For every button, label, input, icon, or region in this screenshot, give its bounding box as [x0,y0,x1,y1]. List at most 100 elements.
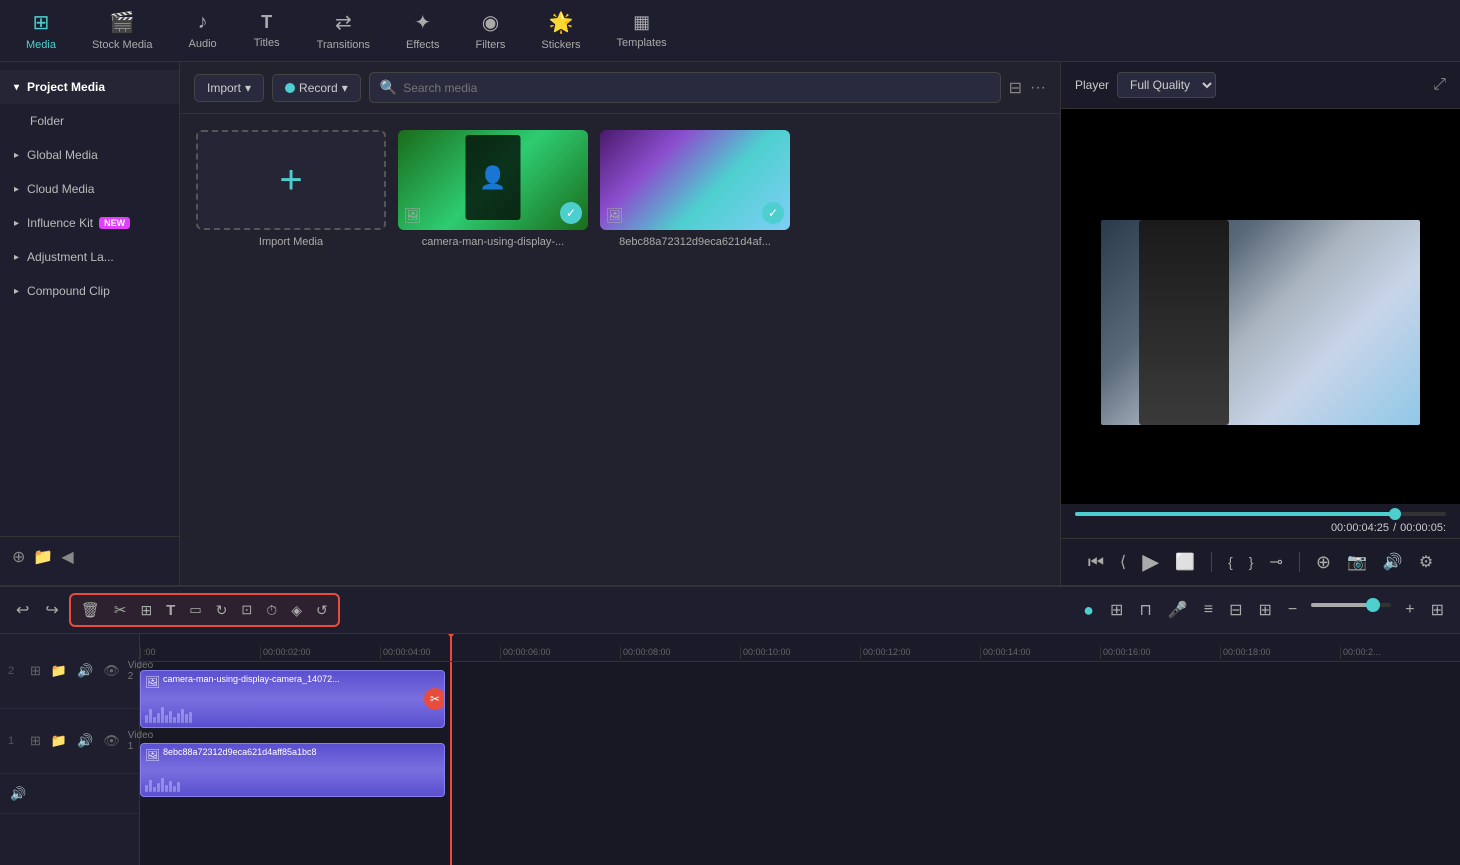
import-chevron-icon: ▾ [245,81,251,95]
stickers-icon: 🌟 [549,10,574,35]
sidebar-item-project-media[interactable]: ▾ Project Media [0,70,179,104]
mark-in-button[interactable]: { [1224,550,1237,574]
split-button[interactable]: ⊞ [1253,596,1278,624]
stabilize-tool-button[interactable]: ↺ [310,598,334,623]
grid-button[interactable]: ⊞ [1104,596,1129,624]
undo-button[interactable]: ↩ [10,596,35,624]
sidebar-item-global-media[interactable]: ▸ Global Media [0,138,179,172]
nav-transitions[interactable]: ⇄ Transitions [301,2,386,59]
mic-button[interactable]: 🎤 [1162,596,1194,624]
media-icon: ⊞ [33,10,50,35]
transform-tool-button[interactable]: ⊡ [235,598,258,622]
zoom-out-button[interactable]: − [1282,597,1303,623]
play-button[interactable]: ▶ [1138,545,1163,579]
layers-button[interactable]: ≡ [1198,597,1219,623]
track-label-video1: 1 ⊞ 📁 🔊 👁 Video 1 [0,709,139,774]
track1-eye-button[interactable]: 👁 [101,731,122,751]
sidebar-influence-kit-label: Influence Kit [27,216,93,230]
insert-button[interactable]: ⊸ [1265,548,1286,576]
mask-tool-button[interactable]: ▭ [183,598,207,622]
ruler-mark-6: 00:00:12:00 [860,647,980,659]
add-to-timeline-button[interactable]: ⊕ [1312,548,1335,577]
track2-eye-button[interactable]: 👁 [101,661,122,681]
progress-thumb [1389,508,1401,520]
ruler-mark-3: 00:00:06:00 [500,647,620,659]
track2-folder-button[interactable]: 📁 [49,661,69,681]
top-navigation: ⊞ Media 🎬 Stock Media ♪ Audio T Titles ⇄… [0,0,1460,62]
quality-select[interactable]: Full Quality [1117,72,1216,98]
text-tool-button[interactable]: T [160,598,181,623]
track-row-video1: 🖼 8ebc88a72312d9eca621d4aff85a1bc8 [140,737,1460,802]
sidebar-folder-button[interactable]: 📁 [33,547,53,567]
color-tool-button[interactable]: ◈ [285,598,308,623]
sidebar-global-media-label: Global Media [27,148,98,162]
prev-frame-button[interactable]: ⏮ [1084,548,1108,577]
sidebar-item-folder[interactable]: Folder [0,104,179,138]
import-button[interactable]: Import ▾ [194,74,264,102]
media-item-space-bg[interactable]: 🖼 ✓ 8ebc88a72312d9eca621d4af... [600,130,790,248]
nav-titles[interactable]: T Titles [237,4,297,57]
player-label: Player [1075,78,1109,92]
ruler-playhead[interactable] [450,634,452,661]
snapshot-button[interactable]: 📷 [1343,548,1371,576]
snap-button[interactable]: ● [1077,596,1100,625]
zoom-slider[interactable] [1311,603,1391,617]
timer-tool-button[interactable]: ⏱ [260,598,283,623]
more-options-button[interactable]: ··· [1030,79,1046,97]
stop-button[interactable]: ⬜ [1171,548,1199,576]
camera-man-thumb: 👤 🖼 ✓ [398,130,588,230]
volume-button[interactable]: 🔊 [1379,548,1407,576]
media-item-camera-man[interactable]: 👤 🖼 ✓ camera-man-using-display-... [398,130,588,248]
nav-templates-label: Templates [617,37,667,49]
player-maximize-button[interactable]: ⤢ [1433,76,1446,94]
search-input[interactable] [403,81,989,95]
nav-templates[interactable]: ▦ Templates [601,4,683,57]
redo-button[interactable]: ↪ [39,596,64,624]
nav-stock-media[interactable]: 🎬 Stock Media [76,2,169,59]
chevron-icon: ▾ [14,82,19,93]
shield-button[interactable]: ⊓ [1133,596,1157,624]
nav-stickers[interactable]: 🌟 Stickers [525,2,596,59]
delete-tool-button[interactable]: 🗑 [75,597,106,623]
track2-audio-button[interactable]: 🔊 [75,661,95,681]
crop-tool-button[interactable]: ⊞ [134,598,158,623]
filter-button[interactable]: ⊟ [1009,78,1022,98]
nav-effects[interactable]: ✦ Effects [390,2,455,59]
progress-track[interactable] [1075,512,1446,516]
media-item-import[interactable]: + Import Media [196,130,386,248]
audio-track-audio-btn[interactable]: 🔊 [8,784,28,804]
video1-clip[interactable]: 🖼 8ebc88a72312d9eca621d4aff85a1bc8 [140,743,445,797]
track1-audio-button[interactable]: 🔊 [75,731,95,751]
player-progress-bar[interactable] [1061,504,1460,520]
audio-icon: ♪ [198,11,208,34]
current-time: 00:00:04:25 [1331,522,1389,534]
effects-icon: ✦ [414,10,431,35]
cut-tool-button[interactable]: ✂ [108,597,133,623]
frame-back-button[interactable]: ⟨ [1116,548,1130,576]
nav-media[interactable]: ⊞ Media [10,2,72,59]
mark-out-button[interactable]: } [1245,550,1258,574]
sidebar-item-adjustment-la[interactable]: ▸ Adjustment La... [0,240,179,274]
sidebar-add-button[interactable]: ⊕ [12,547,25,567]
settings-ctrl-button[interactable]: ⚙ [1415,548,1437,576]
track1-folder-button[interactable]: 📁 [49,731,69,751]
nav-audio[interactable]: ♪ Audio [173,3,233,58]
edit-tools-group: 🗑 ✂ ⊞ T ▭ ↻ ⊡ ⏱ ◈ ↺ [69,593,340,627]
ruler-mark-0: :00 [140,647,260,659]
sidebar-item-compound-clip[interactable]: ▸ Compound Clip [0,274,179,308]
control-separator-1 [1211,552,1212,572]
grid-view-button[interactable]: ⊞ [1425,596,1450,624]
nav-filters[interactable]: ◉ Filters [459,2,521,59]
track1-add-button[interactable]: ⊞ [28,731,43,751]
video2-clip[interactable]: 🖼 camera-man-using-display-camera_14072.… [140,670,445,728]
record-button[interactable]: Record ▾ [272,74,361,102]
waveform-bar [157,783,160,792]
merge-button[interactable]: ⊟ [1223,596,1248,624]
sidebar-item-cloud-media[interactable]: ▸ Cloud Media [0,172,179,206]
rotate-tool-button[interactable]: ↻ [210,598,234,623]
track2-add-button[interactable]: ⊞ [28,661,43,681]
zoom-in-button[interactable]: + [1399,597,1420,623]
sidebar-item-influence-kit[interactable]: ▸ Influence Kit NEW [0,206,179,240]
templates-icon: ▦ [633,12,650,33]
sidebar-collapse-button[interactable]: ◀ [61,547,73,567]
